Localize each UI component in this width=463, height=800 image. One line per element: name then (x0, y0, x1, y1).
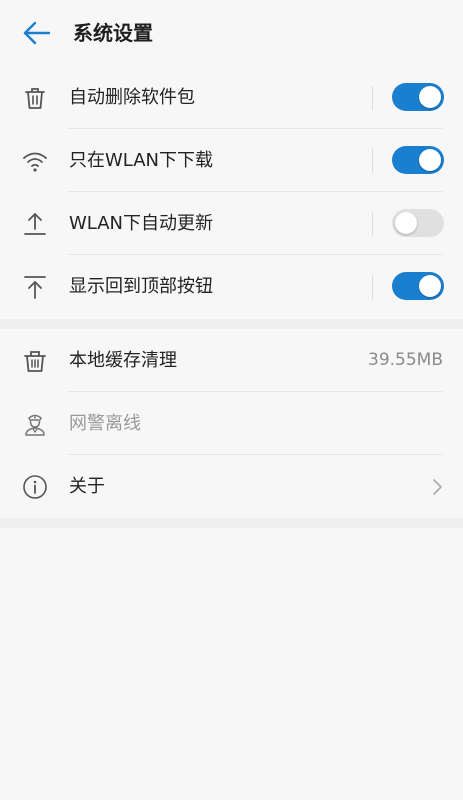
settings-screen: 系统设置 自动删除软件包 只在WLAN下下载 WLAN下自动更新 显示回到顶部按… (0, 0, 463, 800)
divider (372, 149, 373, 173)
section-divider (0, 319, 463, 329)
page-title: 系统设置 (73, 21, 153, 45)
download-settings-group: 自动删除软件包 只在WLAN下下载 WLAN下自动更新 显示回到顶部按钮 (0, 66, 463, 319)
toggle-knob (419, 149, 441, 171)
back-arrow-icon[interactable] (22, 20, 52, 46)
to-top-icon (22, 274, 48, 300)
toggle-knob (419, 86, 441, 108)
chevron-right-icon (430, 477, 444, 497)
setting-label: WLAN下自动更新 (69, 213, 214, 234)
setting-cache-clean[interactable]: 本地缓存清理 39.55MB (0, 329, 463, 392)
setting-police-offline[interactable]: 网警离线 (0, 392, 463, 455)
trash-icon (22, 85, 48, 111)
wlan-auto-update-toggle[interactable] (392, 209, 444, 237)
cache-size-value: 39.55MB (368, 350, 443, 370)
setting-label: 关于 (69, 476, 105, 497)
misc-settings-group: 本地缓存清理 39.55MB 网警离线 关于 (0, 329, 463, 518)
show-top-button-toggle[interactable] (392, 272, 444, 300)
setting-label: 自动删除软件包 (69, 87, 195, 108)
setting-label: 网警离线 (69, 413, 141, 434)
wlan-only-download-toggle[interactable] (392, 146, 444, 174)
info-icon (22, 474, 48, 500)
auto-delete-toggle[interactable] (392, 83, 444, 111)
top-bar: 系统设置 (0, 0, 463, 67)
setting-wlan-only-download[interactable]: 只在WLAN下下载 (0, 129, 463, 192)
setting-about[interactable]: 关于 (0, 455, 463, 518)
wifi-icon (22, 148, 48, 174)
divider (372, 275, 373, 299)
setting-label: 只在WLAN下下载 (69, 150, 214, 171)
toggle-knob (395, 212, 417, 234)
setting-wlan-auto-update[interactable]: WLAN下自动更新 (0, 192, 463, 255)
section-divider (0, 518, 463, 528)
upload-icon (22, 211, 48, 237)
setting-auto-delete[interactable]: 自动删除软件包 (0, 66, 463, 129)
setting-show-top-button[interactable]: 显示回到顶部按钮 (0, 255, 463, 318)
trash-icon (22, 348, 48, 374)
toggle-knob (419, 275, 441, 297)
setting-label: 本地缓存清理 (69, 350, 177, 371)
divider (372, 212, 373, 236)
setting-label: 显示回到顶部按钮 (69, 276, 213, 297)
divider (372, 86, 373, 110)
police-icon (22, 411, 48, 437)
